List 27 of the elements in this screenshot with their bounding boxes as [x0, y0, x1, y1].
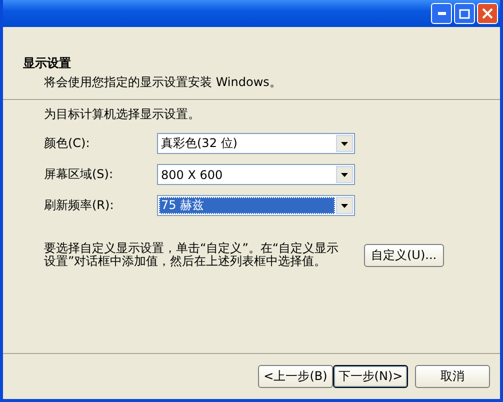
dropdown-value: 75 赫兹 [159, 197, 335, 214]
dropdown[interactable]: 75 赫兹 [157, 195, 355, 216]
header-subtitle: 将会使用您指定的显示设置安装 Windows。 [43, 74, 282, 91]
dropdown[interactable]: 真彩色(32 位) [157, 133, 355, 154]
close-button[interactable] [477, 3, 498, 24]
dropdown-button[interactable] [336, 135, 353, 152]
maximize-button[interactable] [454, 3, 475, 24]
dropdown[interactable]: 800 X 600 [157, 164, 355, 185]
dropdown-button[interactable] [336, 166, 353, 183]
header-title: 显示设置 [23, 55, 72, 72]
maximize-icon [459, 8, 470, 18]
dropdown-button[interactable] [336, 197, 353, 214]
minimize-icon [438, 12, 446, 15]
close-icon [482, 8, 493, 19]
custom-button[interactable]: 自定义(U)... [364, 244, 444, 266]
field-label: 颜色(C): [44, 135, 91, 152]
wizard-button[interactable]: 下一步(N)> [333, 365, 408, 388]
field-label: 屏幕区域(S): [44, 166, 114, 183]
wizard-button[interactable]: <上一步(B) [258, 365, 333, 388]
caret-icon [341, 142, 348, 146]
minimize-button[interactable] [431, 3, 452, 24]
caret-icon [341, 204, 348, 208]
intro-text: 为目标计算机选择显示设置。 [44, 106, 201, 123]
custom-hint-text: 要选择自定义显示设置，单击“自定义”。在“自定义显示设置”对话框中添加值，然后在上述列表框中选择值。 [44, 242, 340, 268]
wizard-button[interactable]: 取消 [415, 365, 490, 388]
caret-icon [341, 172, 348, 176]
field-label: 刷新频率(R): [44, 197, 115, 214]
